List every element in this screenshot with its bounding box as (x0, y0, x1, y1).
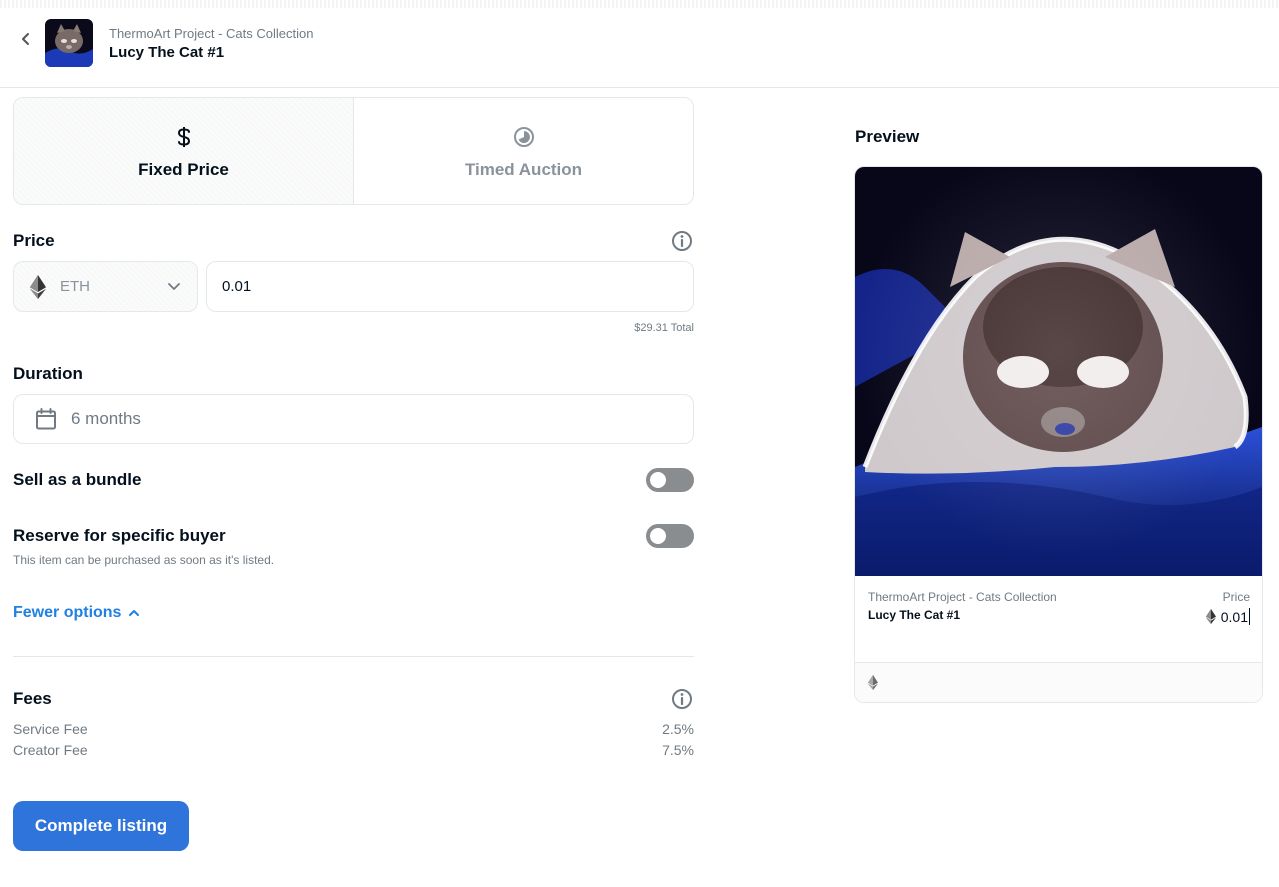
ethereum-icon (1205, 609, 1216, 624)
back-button[interactable] (14, 27, 38, 51)
item-name: Lucy The Cat #1 (109, 44, 225, 61)
item-thumbnail (45, 19, 93, 67)
clock-icon (513, 124, 535, 150)
preview-price-label: Price (1222, 590, 1250, 604)
fee-value: 7.5% (662, 742, 694, 758)
bundle-toggle[interactable] (646, 468, 694, 492)
chevron-up-icon (129, 610, 140, 616)
info-icon[interactable] (671, 688, 693, 710)
timed-auction-label: Timed Auction (464, 160, 583, 179)
chevron-down-icon (168, 283, 180, 290)
currency-label: ETH (60, 278, 90, 295)
currency-select[interactable]: ETH (13, 261, 198, 312)
listing-type-selector: Fixed Price Timed Auction (13, 97, 694, 205)
fee-name: Creator Fee (13, 742, 88, 758)
reserve-label: Reserve for specific buyer (13, 526, 226, 545)
timed-auction-tab[interactable]: Timed Auction (353, 98, 693, 204)
info-icon[interactable] (671, 230, 693, 252)
fewer-options-button[interactable]: Fewer options (13, 604, 140, 622)
price-total: $29.31 Total (634, 322, 694, 334)
ethereum-icon (30, 274, 46, 299)
ethereum-icon (868, 675, 878, 690)
toggle-knob (650, 472, 666, 488)
chevron-left-icon (22, 33, 29, 45)
price-label: Price (13, 231, 55, 250)
fees-label: Fees (13, 689, 52, 708)
calendar-icon (36, 408, 56, 430)
dollar-icon (177, 124, 191, 150)
duration-picker[interactable]: 6 months (13, 394, 694, 444)
toggle-knob (650, 528, 666, 544)
reserve-toggle[interactable] (646, 524, 694, 548)
fee-name: Service Fee (13, 721, 88, 737)
price-input[interactable] (206, 261, 694, 312)
divider (13, 656, 694, 657)
fee-row: Service Fee 2.5% (13, 721, 694, 737)
complete-listing-button[interactable]: Complete listing (13, 801, 189, 851)
fewer-options-label: Fewer options (13, 604, 122, 621)
fee-value: 2.5% (662, 721, 694, 737)
top-bar: ThermoArt Project - Cats Collection Lucy… (0, 0, 1279, 88)
duration-value: 6 months (71, 409, 141, 428)
preview-card[interactable]: ThermoArt Project - Cats Collection Lucy… (854, 166, 1263, 703)
duration-label: Duration (13, 364, 83, 383)
preview-item-name: Lucy The Cat #1 (868, 608, 961, 622)
reserve-hint: This item can be purchased as soon as it… (13, 553, 275, 567)
collection-name[interactable]: ThermoArt Project - Cats Collection (109, 26, 313, 41)
bundle-label: Sell as a bundle (13, 470, 142, 489)
text-cursor (1249, 608, 1250, 625)
fixed-price-label: Fixed Price (138, 160, 229, 179)
preview-collection-name: ThermoArt Project - Cats Collection (868, 590, 1057, 604)
fixed-price-tab[interactable]: Fixed Price (14, 98, 353, 204)
preview-image (855, 167, 1262, 576)
preview-price-value: 0.01 (1220, 608, 1248, 625)
fee-row: Creator Fee 7.5% (13, 742, 694, 758)
preview-card-footer (855, 662, 1262, 702)
preview-title: Preview (855, 127, 920, 146)
preview-price: 0.01 (1205, 608, 1250, 625)
